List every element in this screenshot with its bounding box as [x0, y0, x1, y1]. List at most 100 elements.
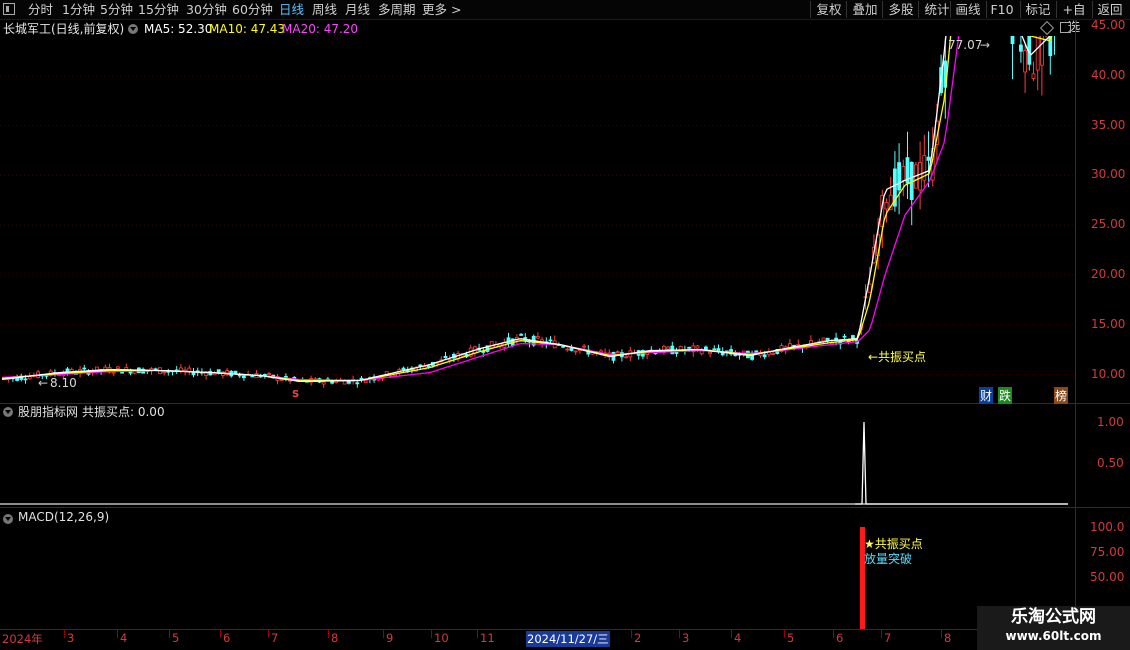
high-arrow-icon: →: [980, 38, 991, 52]
candle-body: [561, 345, 565, 348]
candle-body: [851, 335, 855, 339]
y-tick: [1075, 274, 1076, 280]
candle-body: [796, 344, 801, 346]
time-tick: [117, 630, 118, 638]
toolbar-item-1[interactable]: 1分钟: [62, 1, 95, 18]
time-tick: [328, 630, 329, 638]
time-tick: [268, 630, 269, 638]
candle-body: [708, 351, 712, 355]
y-tick: [1075, 464, 1076, 469]
time-axis-label: 2024年: [2, 632, 43, 646]
time-axis-label: 5: [787, 631, 795, 645]
candle-body: [443, 355, 448, 359]
candle-body: [250, 375, 255, 378]
candle-body: [884, 202, 889, 210]
candle-body: [204, 372, 209, 376]
time-tick: [941, 630, 942, 638]
time-axis-label: 8: [944, 631, 952, 645]
toolbar-right-item-5[interactable]: F10: [986, 1, 1017, 18]
candle-body: [615, 351, 620, 354]
candle-body: [23, 378, 28, 381]
y-tick: [1075, 423, 1076, 428]
candle-body: [741, 350, 746, 354]
time-axis-label: 2: [634, 631, 642, 645]
candle-body: [1031, 73, 1036, 79]
candle-body: [418, 364, 423, 367]
rank-badge[interactable]: 榜: [1054, 387, 1069, 404]
time-tick: [169, 630, 170, 638]
time-axis-label: 6: [836, 631, 844, 645]
toolbar-right-item-7[interactable]: +自选: [1056, 1, 1091, 34]
time-tick: [833, 630, 834, 638]
signal-label: ←共振买点: [868, 350, 927, 364]
diamond-icon[interactable]: [1039, 20, 1055, 36]
macd-chart[interactable]: [0, 508, 1075, 629]
price-axis-label: 40.00: [1091, 67, 1126, 82]
ma20-line: [1, 36, 960, 382]
drop-badge[interactable]: 跌: [998, 387, 1013, 404]
stock-title: 长城军工(日线,前复权): [3, 22, 125, 36]
time-tick: [383, 630, 384, 638]
toolbar-item-10[interactable]: 更多 >: [422, 1, 461, 18]
candle-body: [548, 339, 553, 342]
toolbar-item-4[interactable]: 30分钟: [186, 1, 227, 18]
y-tick: [1075, 225, 1076, 231]
time-axis-label: 5: [172, 631, 180, 645]
candle-body: [712, 348, 717, 351]
ma20-label: MA20: 47.20: [282, 22, 359, 36]
toolbar-item-9[interactable]: 多周期: [378, 1, 416, 18]
toolbar-right-item-1[interactable]: 叠加: [846, 1, 883, 18]
toolbar-item-7[interactable]: 周线: [312, 1, 337, 18]
watermark: 乐淘公式网 www.60lt.com: [977, 606, 1130, 650]
candle-body: [821, 337, 826, 342]
candle-body: [695, 345, 700, 349]
toolbar-item-0[interactable]: 分时: [28, 1, 53, 18]
candle-body: [825, 337, 830, 341]
candle-body: [573, 350, 578, 353]
toolbar-item-5[interactable]: 60分钟: [232, 1, 273, 18]
high-price-label: 77.07: [948, 38, 983, 52]
time-axis-label: 4: [734, 631, 742, 645]
price-axis-label: 20.00: [1091, 266, 1126, 281]
ma-collapse-icon[interactable]: [128, 21, 138, 37]
time-tick: [220, 630, 221, 638]
price-axis-label: 10.00: [1091, 366, 1126, 381]
y-tick: [1075, 75, 1076, 81]
watermark-line1: 乐淘公式网: [1011, 607, 1096, 627]
y-tick: [1075, 578, 1076, 583]
price-axis-label: 35.00: [1091, 117, 1126, 132]
toolbar-right-item-0[interactable]: 复权: [810, 1, 847, 18]
y-tick: [1075, 374, 1076, 380]
y-tick: [1075, 553, 1076, 558]
y-tick: [1075, 175, 1076, 181]
time-tick: [679, 630, 680, 638]
candle-body: [359, 377, 364, 380]
panel-toggle-icon[interactable]: [3, 3, 15, 15]
toolbar-right-item-6[interactable]: 标记: [1020, 1, 1055, 18]
s-marker: S: [292, 389, 300, 400]
crosshair-date-label: 2024/11/27/三: [526, 631, 610, 647]
time-tick: [64, 630, 65, 638]
y-tick: [1075, 528, 1076, 533]
finance-badge[interactable]: 财: [979, 387, 994, 404]
candle-body: [666, 346, 670, 350]
toolbar-item-2[interactable]: 5分钟: [100, 1, 133, 18]
indicator-chart[interactable]: [0, 404, 1075, 507]
toolbar-item-8[interactable]: 月线: [345, 1, 370, 18]
time-axis-label: 7: [884, 631, 892, 645]
time-axis-label: 11: [480, 631, 495, 645]
time-tick: [784, 630, 785, 638]
candle-body: [27, 376, 32, 380]
toolbar-item-6[interactable]: 日线: [279, 1, 304, 18]
time-axis-label: 7: [271, 631, 279, 645]
toolbar-right-item-4[interactable]: 画线: [950, 1, 985, 18]
time-axis-label: 3: [67, 631, 75, 645]
toolbar-right-item-2[interactable]: 多股: [882, 1, 919, 18]
time-tick: [631, 630, 632, 638]
candle-body: [321, 381, 326, 385]
time-axis-label: 6: [223, 631, 231, 645]
toolbar-item-3[interactable]: 15分钟: [138, 1, 179, 18]
toolbar-right-item-8[interactable]: 返回: [1092, 1, 1127, 18]
layout-icon[interactable]: [1060, 22, 1071, 33]
signal-spike: [855, 421, 1068, 505]
